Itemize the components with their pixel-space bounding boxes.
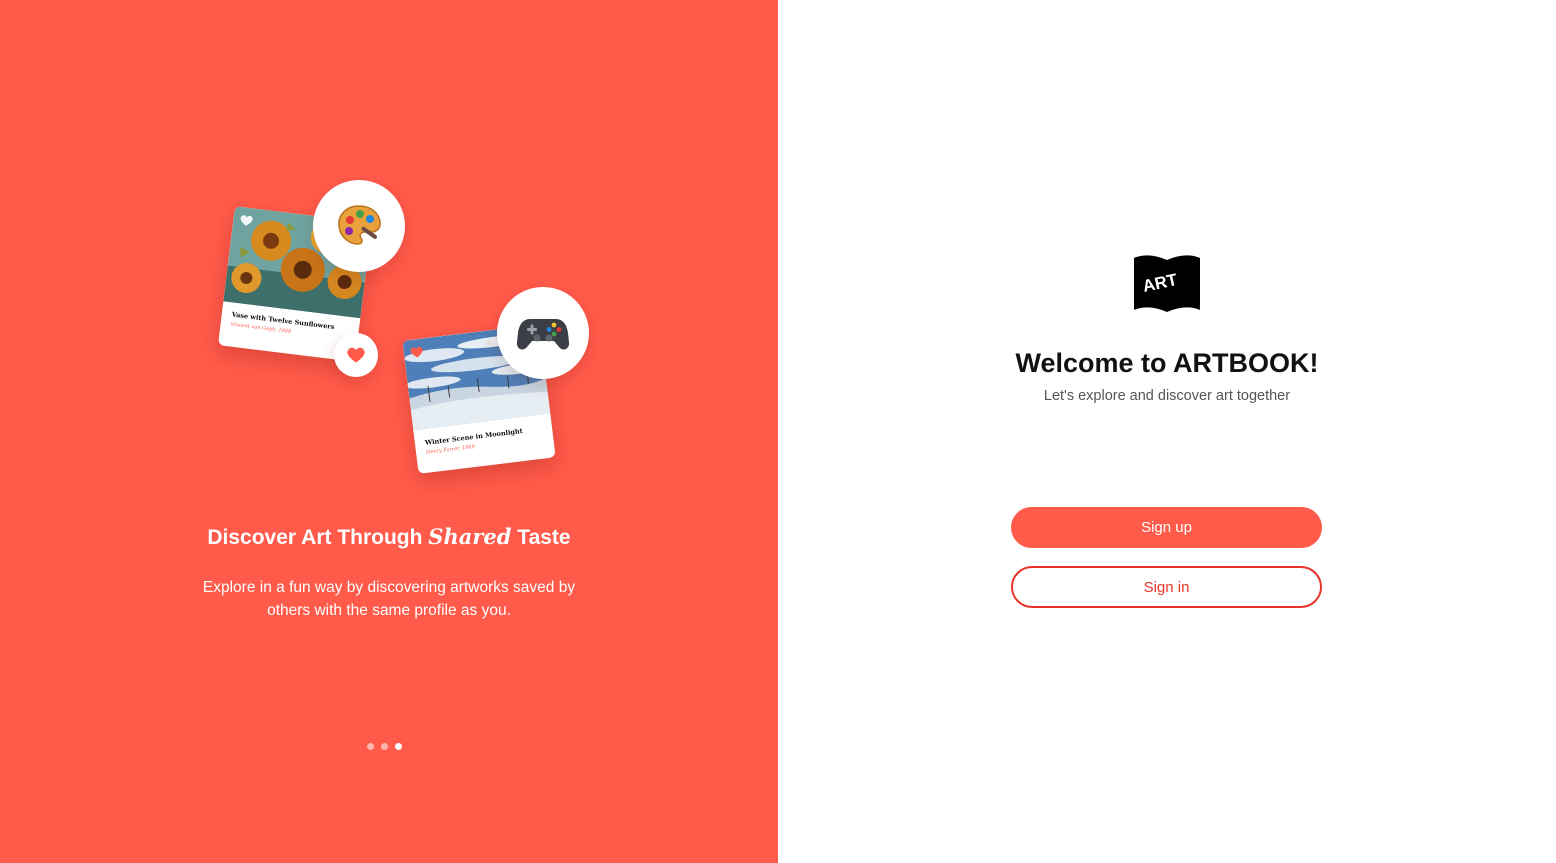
- pagination-dot[interactable]: [367, 743, 374, 750]
- palette-icon: [338, 205, 381, 245]
- pagination-dots: [367, 743, 402, 750]
- pagination-dot[interactable]: [381, 743, 388, 750]
- onboarding-headline: Discover Art Through Shared Taste: [0, 524, 778, 550]
- sign-in-button[interactable]: Sign in: [1011, 566, 1322, 608]
- heart-icon[interactable]: [239, 213, 255, 229]
- pagination-dot-active[interactable]: [395, 743, 402, 750]
- artwork-title: Winter Scene in Moonlight: [424, 426, 524, 447]
- headline-emphasis: Shared: [428, 524, 512, 549]
- headline-text: Discover Art Through: [207, 526, 423, 549]
- heart-badge: [334, 333, 378, 377]
- welcome-tagline: Let's explore and discover art together: [1043, 388, 1291, 404]
- onboarding-panel: Vase with Twelve Sunflowers Vincent van …: [0, 0, 778, 863]
- gamepad-icon: [516, 319, 570, 350]
- onboarding-description: Explore in a fun way by discovering artw…: [202, 579, 576, 619]
- auth-panel: ART Welcome to ARTBOOK! Let's explore an…: [778, 0, 1556, 863]
- heart-icon: [347, 347, 365, 363]
- artbook-logo: ART: [1134, 255, 1200, 312]
- palette-badge: [313, 180, 405, 272]
- headline-text-end: Taste: [517, 526, 571, 549]
- gamepad-badge: [497, 287, 589, 379]
- sign-up-button[interactable]: Sign up: [1011, 507, 1322, 548]
- heart-icon[interactable]: [409, 344, 425, 360]
- welcome-title: Welcome to ARTBOOK!: [1015, 348, 1319, 378]
